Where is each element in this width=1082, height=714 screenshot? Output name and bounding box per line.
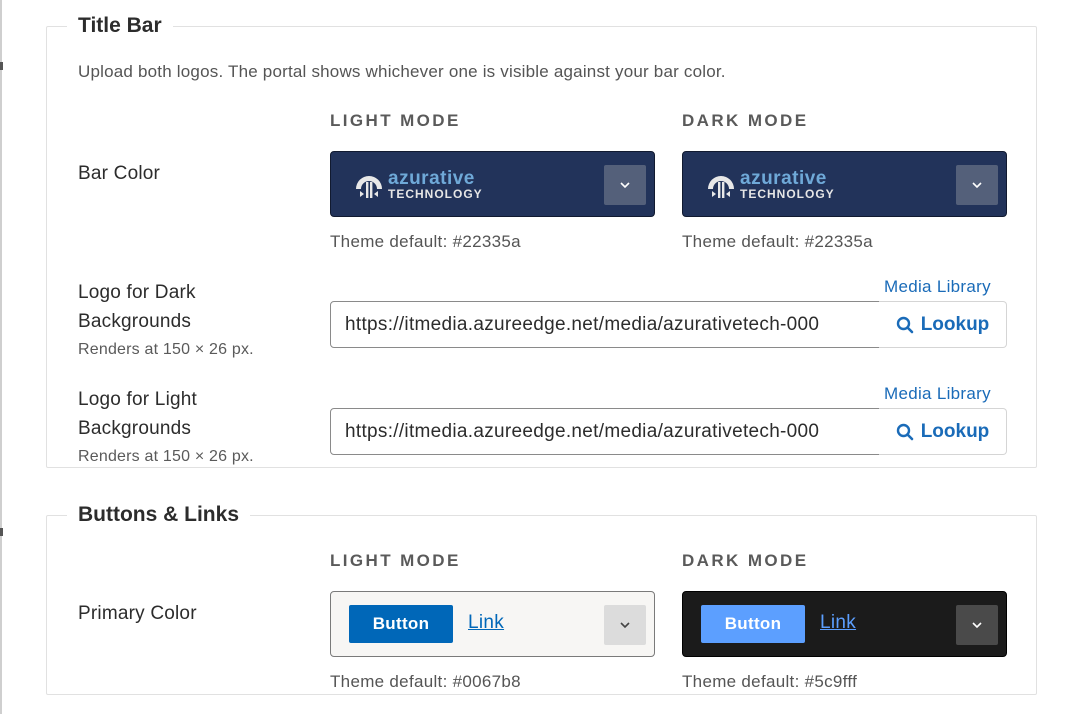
section-title: Buttons & Links	[67, 500, 250, 530]
light-mode-heading: LIGHT MODE	[330, 551, 461, 570]
search-icon	[896, 423, 913, 440]
dark-mode-heading: DARK MODE	[682, 551, 809, 570]
chevron-down-icon[interactable]	[956, 165, 998, 205]
bar-color-light-picker[interactable]: azurative TECHNOLOGY	[330, 151, 655, 217]
primary-color-light-default: Theme default: #0067b8	[330, 672, 521, 691]
buttons-links-section: Buttons & Links LIGHT MODE DARK MODE Pri…	[46, 500, 1037, 695]
logo-dark-lookup-button[interactable]: Lookup	[879, 301, 1007, 348]
light-mode-heading: LIGHT MODE	[330, 111, 461, 130]
sample-button-light: Button	[349, 605, 453, 643]
edge-tick	[0, 528, 3, 536]
logo-light-media-library-link[interactable]: Media Library	[884, 384, 991, 404]
bar-color-light-default: Theme default: #22335a	[330, 232, 521, 251]
section-title: Title Bar	[67, 11, 173, 41]
bar-color-dark-default: Theme default: #22335a	[682, 232, 873, 251]
primary-color-dark-picker[interactable]: Button Link	[682, 591, 1007, 657]
logo-light-lookup-button[interactable]: Lookup	[879, 408, 1007, 455]
primary-color-label: Primary Color	[78, 603, 197, 624]
chevron-down-icon[interactable]	[956, 605, 998, 645]
primary-color-dark-default: Theme default: #5c9fff	[682, 672, 858, 691]
azurative-logo-icon: azurative TECHNOLOGY	[705, 169, 834, 203]
bar-color-dark-picker[interactable]: azurative TECHNOLOGY	[682, 151, 1007, 217]
sample-link-light: Link	[468, 612, 505, 633]
logo-dark-label: Logo for Dark Backgrounds	[78, 282, 196, 332]
title-bar-section: Title Bar Upload both logos. The portal …	[46, 11, 1037, 468]
logo-light-hint: Renders at 150 × 26 px.	[78, 448, 254, 465]
dark-mode-heading: DARK MODE	[682, 111, 809, 130]
logo-dark-hint: Renders at 150 × 26 px.	[78, 341, 254, 358]
chevron-down-icon[interactable]	[604, 165, 646, 205]
section-description: Upload both logos. The portal shows whic…	[78, 62, 726, 81]
logo-dark-media-library-link[interactable]: Media Library	[884, 277, 991, 297]
sample-button-dark: Button	[701, 605, 805, 643]
bar-color-label: Bar Color	[78, 163, 161, 184]
logo-dark-url-input[interactable]: https://itmedia.azureedge.net/media/azur…	[330, 301, 880, 348]
chevron-down-icon[interactable]	[604, 605, 646, 645]
primary-color-light-picker[interactable]: Button Link	[330, 591, 655, 657]
logo-light-label: Logo for Light Backgrounds	[78, 389, 197, 439]
sample-link-dark: Link	[820, 612, 857, 633]
search-icon	[896, 316, 913, 333]
window-left-edge	[0, 0, 2, 714]
logo-light-url-input[interactable]: https://itmedia.azureedge.net/media/azur…	[330, 408, 880, 455]
edge-tick	[0, 62, 3, 70]
azurative-logo-icon: azurative TECHNOLOGY	[353, 169, 482, 203]
